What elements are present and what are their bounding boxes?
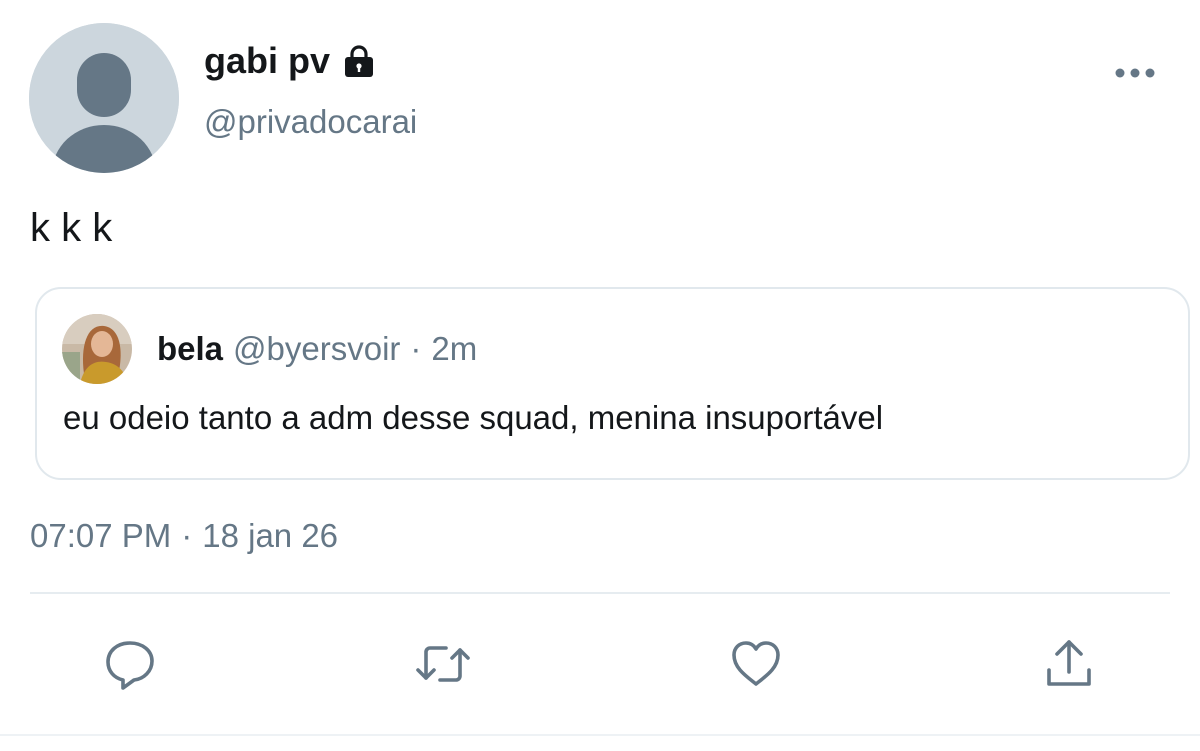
more-options-button[interactable] (1110, 56, 1160, 90)
quoted-tweet-separator: · (410, 330, 422, 367)
author-name-row: gabi pv (204, 38, 376, 84)
retweet-icon (416, 646, 470, 682)
reply-button[interactable] (100, 634, 160, 694)
author-avatar[interactable] (29, 23, 179, 173)
author-display-name[interactable]: gabi pv (204, 38, 330, 84)
quoted-tweet-text: eu odeio tanto a adm desse squad, menina… (63, 399, 884, 436)
quoted-tweet-header: bela @byersvoir · 2m (157, 328, 477, 370)
timestamp-separator: · (181, 517, 193, 554)
quoted-author-avatar[interactable] (62, 314, 132, 384)
tweet-text: k k k (30, 206, 113, 250)
reply-icon (106, 641, 154, 690)
tweet-timestamp[interactable]: 07:07 PM · 18 jan 26 (30, 515, 338, 557)
tweet-date: 18 jan 26 (202, 517, 339, 554)
tweet-detail: gabi pv @privadocarai k k k bela @byersv… (0, 0, 1200, 751)
quoted-author-name[interactable]: bela (157, 328, 223, 370)
tweet-time: 07:07 PM (30, 517, 172, 554)
more-icon (1115, 68, 1155, 78)
share-button[interactable] (1039, 634, 1099, 694)
heart-icon (732, 641, 780, 686)
author-handle[interactable]: @privadocarai (204, 101, 417, 143)
quoted-tweet-card[interactable]: bela @byersvoir · 2m eu odeio tanto a ad… (35, 287, 1190, 480)
retweet-button[interactable] (413, 634, 473, 694)
like-button[interactable] (726, 634, 786, 694)
profile-photo-avatar (62, 314, 132, 384)
divider (30, 592, 1170, 594)
quoted-author-handle[interactable]: @byersvoir (233, 328, 400, 370)
default-avatar-icon (29, 23, 179, 173)
bottom-divider (0, 734, 1200, 736)
quoted-tweet-time[interactable]: 2m (431, 328, 477, 370)
lock-icon (345, 45, 374, 77)
share-icon (1047, 640, 1091, 686)
